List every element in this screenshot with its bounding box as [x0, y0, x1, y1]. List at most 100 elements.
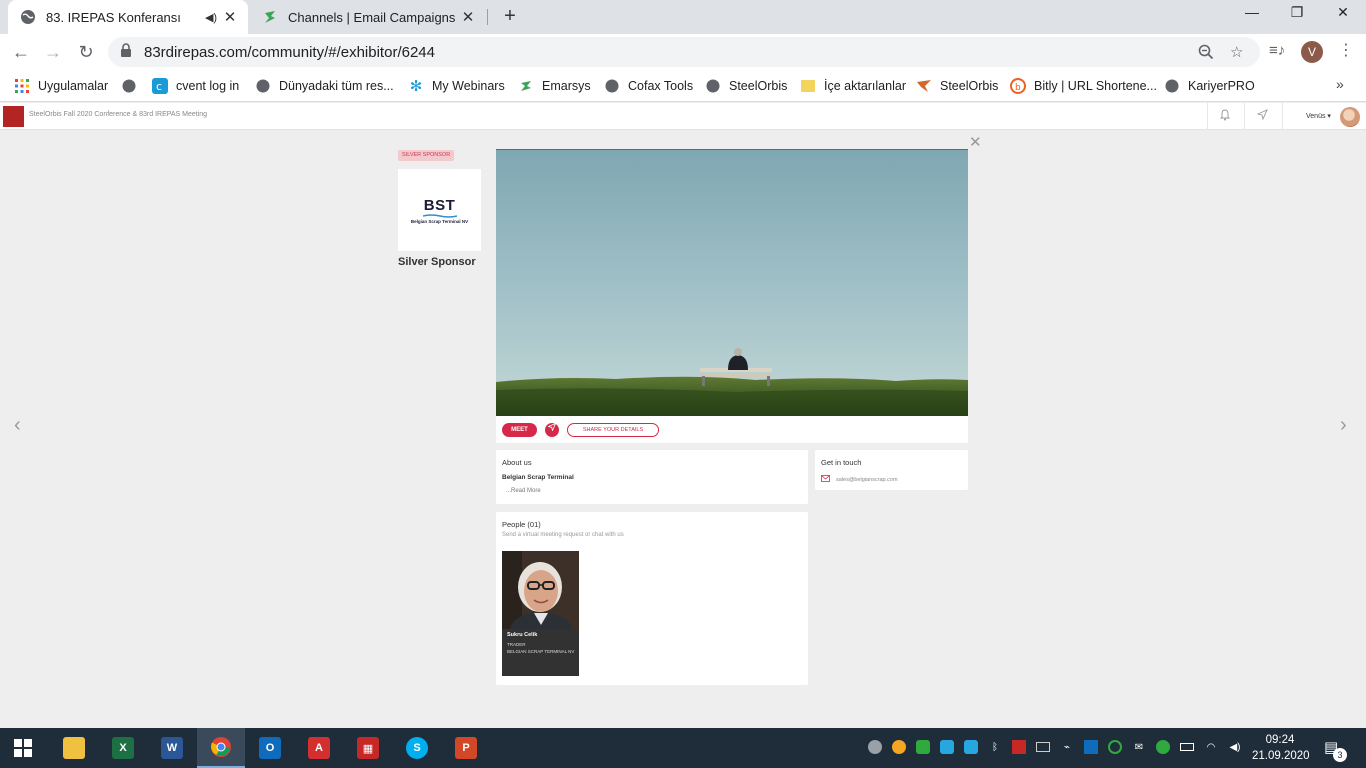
outlook-icon[interactable]: O	[246, 728, 294, 768]
outlook-tray-icon[interactable]	[1083, 739, 1099, 755]
globe-icon	[604, 78, 620, 94]
system-clock[interactable]: 09:24 21.09.2020	[1252, 732, 1310, 764]
bookmark-bitly[interactable]: b Bitly | URL Shortene...	[1010, 76, 1157, 96]
shield-check-tray-icon[interactable]	[915, 739, 931, 755]
tab-channels[interactable]: Channels | Email Campaigns ✕	[250, 0, 486, 34]
bookmark-world[interactable]: Dünyadaki tüm res...	[255, 76, 394, 96]
bookmark-imported[interactable]: İçe aktarılanlar	[800, 76, 906, 96]
excel-icon[interactable]: X	[99, 728, 147, 768]
profile-avatar[interactable]: V	[1301, 41, 1323, 63]
svg-text:c: c	[156, 80, 162, 93]
company-name: Belgian Scrap Terminal	[502, 474, 574, 481]
media-control-icon[interactable]: ≡♪	[1269, 42, 1285, 59]
site-header: SteelOrbis Fall 2020 Conference & 83rd I…	[0, 103, 1366, 130]
windows-start-icon[interactable]	[14, 739, 32, 757]
new-tab-button[interactable]: +	[498, 5, 522, 29]
svg-text:b: b	[1015, 83, 1021, 93]
network-off-tray-icon[interactable]: ⌁	[1059, 739, 1075, 755]
apps-grid-icon	[14, 78, 30, 94]
bookmark-kariyerpro[interactable]: KariyerPRO	[1164, 76, 1255, 96]
security-app-icon[interactable]: ▦	[344, 728, 392, 768]
security-tray-icon[interactable]	[1011, 739, 1027, 755]
exhibitor-logo: BST Belgian Scrap Terminal NV	[398, 169, 481, 251]
bookmark-label: SteelOrbis	[940, 79, 999, 93]
bookmark-label: Dünyadaki tüm res...	[279, 79, 394, 93]
bookmark-globe[interactable]	[121, 76, 145, 96]
bookmark-cvent[interactable]: c cvent log in	[152, 76, 239, 96]
file-explorer-icon[interactable]	[50, 728, 98, 768]
app-tray-icon[interactable]	[939, 739, 955, 755]
powerpoint-icon[interactable]: P	[442, 728, 490, 768]
close-icon[interactable]: ✕	[969, 133, 982, 151]
device-tray-icon[interactable]	[1035, 739, 1051, 755]
close-tab-icon[interactable]: ✕	[458, 8, 478, 26]
volume-icon[interactable]: ◀)	[1227, 739, 1243, 755]
chevron-right-icon[interactable]: ›	[1340, 414, 1347, 437]
send-message-button[interactable]	[545, 422, 559, 437]
mail-tray-icon[interactable]: ✉	[1131, 739, 1147, 755]
caret-down-icon: ▾	[1327, 113, 1331, 120]
bookmark-steelorbis-2[interactable]: SteelOrbis	[916, 76, 998, 96]
bluetooth-icon[interactable]: ᛒ	[987, 739, 1003, 755]
sync-tray-icon[interactable]	[1107, 739, 1123, 755]
meet-button[interactable]: MEET	[502, 423, 537, 437]
skype-tray-icon[interactable]	[867, 739, 883, 755]
reload-icon[interactable]: ↻	[73, 40, 99, 64]
about-card: About us Belgian Scrap Terminal ...Read …	[496, 450, 808, 504]
bookmark-emarsys[interactable]: Emarsys	[518, 76, 591, 96]
acrobat-icon[interactable]: A	[295, 728, 343, 768]
bookmarks-more-icon[interactable]: »	[1336, 76, 1344, 92]
bookmark-steelorbis-1[interactable]: SteelOrbis	[705, 76, 787, 96]
bookmark-label: Cofax Tools	[628, 79, 694, 93]
person-card[interactable]: Sukru Celik TRADER BELGIAN SCRAP TERMINA…	[502, 551, 579, 676]
about-title: About us	[502, 458, 532, 467]
back-icon[interactable]: ←	[8, 40, 34, 64]
bookmark-webinars[interactable]: ✻ My Webinars	[408, 76, 505, 96]
notification-count: 3	[1333, 748, 1347, 762]
contact-card: Get in touch sales@belgianscrap.com	[815, 450, 968, 490]
battery-icon[interactable]	[1179, 739, 1195, 755]
address-bar[interactable]: 83rdirepas.com/community/#/exhibitor/624…	[108, 37, 1260, 67]
person-name: Sukru Celik	[507, 632, 538, 638]
bookmark-label: Emarsys	[542, 79, 591, 93]
email-link[interactable]: sales@belgianscrap.com	[836, 477, 898, 483]
user-menu[interactable]: Venüs ▾	[1306, 112, 1331, 120]
wifi-icon[interactable]: ◠	[1203, 739, 1219, 755]
app-tray-icon[interactable]	[963, 739, 979, 755]
sun-tray-icon[interactable]	[891, 739, 907, 755]
bookmark-apps[interactable]: Uygulamalar	[14, 76, 108, 96]
paper-plane-icon[interactable]	[1256, 109, 1268, 123]
minimize-button[interactable]: —	[1229, 4, 1275, 28]
chevron-left-icon[interactable]: ‹	[14, 414, 21, 437]
bookmark-label: KariyerPRO	[1188, 79, 1255, 93]
word-icon[interactable]: W	[148, 728, 196, 768]
divider	[1244, 103, 1245, 130]
globe-icon	[255, 78, 271, 94]
share-details-button[interactable]: SHARE YOUR DETAILS	[567, 423, 659, 437]
read-more-link[interactable]: ...Read More	[506, 488, 802, 494]
avatar[interactable]	[1340, 107, 1360, 127]
menu-kebab-icon[interactable]: ⋮	[1338, 40, 1354, 60]
bell-icon[interactable]	[1219, 109, 1231, 124]
close-window-button[interactable]: ✕	[1320, 4, 1366, 28]
bookmark-cofax[interactable]: Cofax Tools	[604, 76, 693, 96]
logo-mark: BST	[423, 196, 456, 214]
chrome-icon[interactable]	[197, 728, 245, 768]
close-tab-icon[interactable]: ✕	[220, 8, 240, 26]
restore-button[interactable]: ❐	[1274, 4, 1320, 28]
zoom-icon[interactable]	[1198, 37, 1214, 67]
speaker-icon[interactable]: ◀)	[202, 11, 220, 24]
bookmark-label: cvent log in	[176, 79, 240, 93]
tab-irepas[interactable]: 83. IREPAS Konferansı ◀) ✕	[8, 0, 248, 34]
site-logo[interactable]	[3, 106, 24, 127]
forward-icon[interactable]: →	[40, 40, 66, 64]
person-photo	[502, 551, 579, 629]
tab-title: 83. IREPAS Konferansı	[46, 9, 181, 25]
envelope-icon	[821, 475, 830, 484]
paper-plane-icon	[547, 422, 557, 432]
star-bookmark-icon[interactable]: ☆	[1230, 37, 1243, 67]
tab-separator	[487, 9, 488, 25]
skype-icon[interactable]: S	[393, 728, 441, 768]
check-tray-icon[interactable]	[1155, 739, 1171, 755]
email-row[interactable]: sales@belgianscrap.com	[821, 475, 962, 484]
